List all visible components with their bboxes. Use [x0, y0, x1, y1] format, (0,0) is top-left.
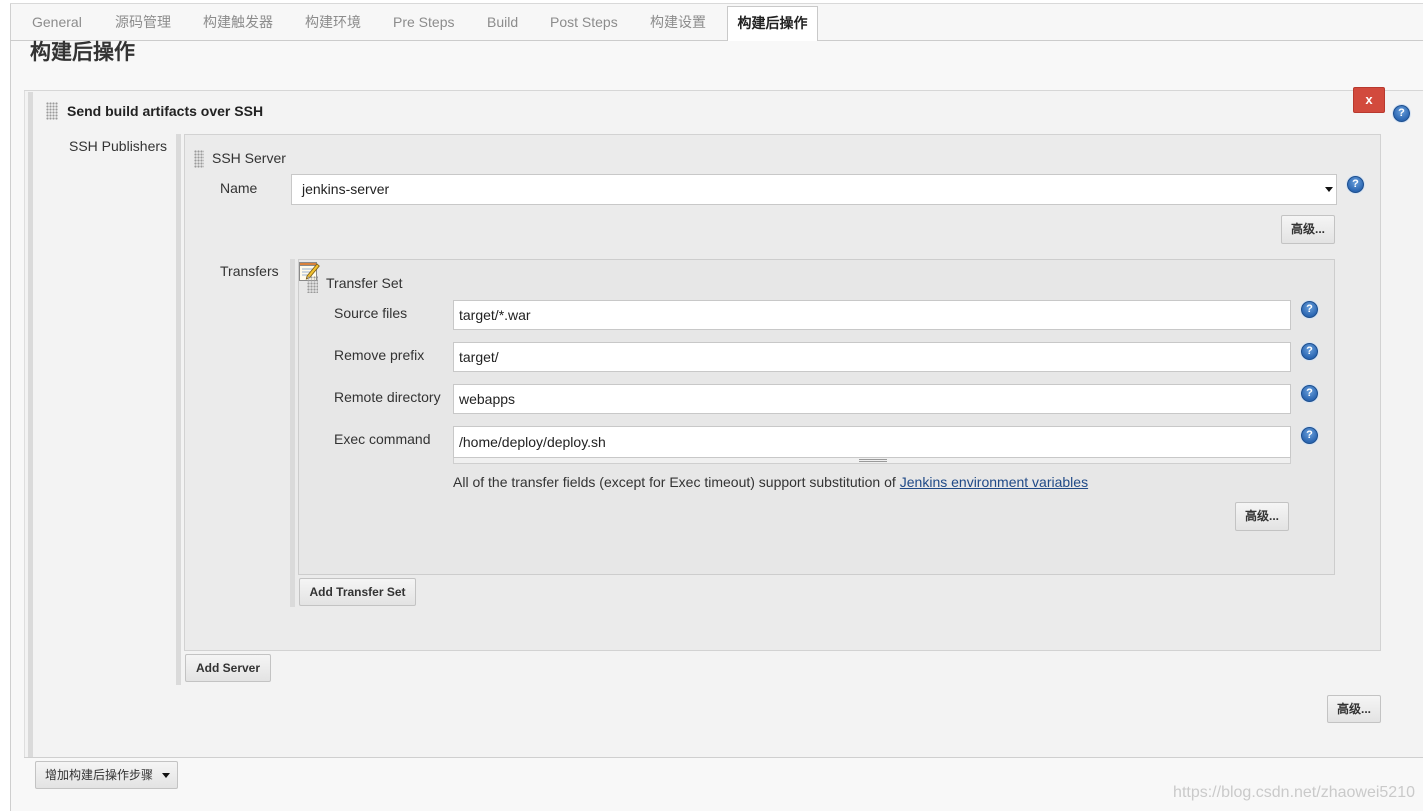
tab-build-triggers[interactable]: 构建触发器 — [193, 4, 283, 40]
publisher-advanced-button[interactable]: 高级... — [1327, 695, 1381, 723]
exec-command-label: Exec command — [334, 431, 431, 447]
remote-directory-input[interactable] — [453, 384, 1291, 414]
help-icon[interactable]: ? — [1347, 176, 1364, 193]
help-icon[interactable]: ? — [1301, 427, 1318, 444]
watermark: https://blog.csdn.net/zhaowei5210 — [1173, 784, 1415, 801]
publishers-indent-bar — [176, 134, 181, 685]
textarea-resize-handle[interactable] — [453, 458, 1291, 464]
source-files-label: Source files — [334, 305, 408, 321]
tab-general[interactable]: General — [22, 4, 92, 40]
source-files-input[interactable] — [453, 300, 1291, 330]
help-icon[interactable]: ? — [1301, 385, 1318, 402]
tab-build-settings[interactable]: 构建设置 — [640, 4, 716, 40]
add-post-build-step-button[interactable]: 增加构建后操作步骤 — [35, 761, 178, 789]
delete-publisher-button[interactable]: x — [1353, 87, 1385, 113]
transfers-indent-bar — [290, 259, 295, 607]
remove-prefix-input[interactable] — [453, 342, 1291, 372]
help-icon[interactable]: ? — [1301, 343, 1318, 360]
env-variables-note: All of the transfer fields (except for E… — [453, 474, 1088, 490]
page-title: 构建后操作 — [30, 41, 135, 64]
transfers-label: Transfers — [220, 263, 279, 279]
chevron-down-icon — [162, 773, 170, 778]
server-name-select[interactable]: jenkins-server — [291, 174, 1337, 205]
name-label: Name — [220, 180, 258, 196]
help-icon[interactable]: ? — [1301, 301, 1318, 318]
add-post-build-step-label: 增加构建后操作步骤 — [45, 768, 154, 782]
env-variables-note-text: All of the transfer fields (except for E… — [453, 474, 896, 490]
publisher-title: Send build artifacts over SSH — [67, 103, 264, 119]
remote-directory-label: Remote directory — [334, 389, 441, 405]
add-server-button[interactable]: Add Server — [185, 654, 271, 682]
tab-build[interactable]: Build — [477, 4, 528, 40]
grip-icon[interactable] — [194, 150, 204, 168]
tab-post-steps[interactable]: Post Steps — [540, 4, 628, 40]
remove-prefix-label: Remove prefix — [334, 347, 425, 363]
ssh-publisher-section: Send build artifacts over SSH x ? SSH Pu… — [24, 87, 1423, 758]
server-advanced-button[interactable]: 高级... — [1281, 215, 1335, 244]
tab-bar: General 源码管理 构建触发器 构建环境 Pre Steps Build … — [10, 3, 1423, 41]
tab-pre-steps[interactable]: Pre Steps — [383, 4, 464, 40]
add-transfer-set-button[interactable]: Add Transfer Set — [299, 578, 416, 606]
ssh-server-title: SSH Server — [212, 150, 286, 166]
server-name-value: jenkins-server — [302, 181, 390, 197]
exec-command-textarea[interactable]: /home/deploy/deploy.sh — [453, 426, 1291, 458]
resize-grip-icon — [859, 459, 887, 462]
grip-icon[interactable] — [46, 102, 58, 120]
transfer-advanced-button[interactable]: 高级... — [1235, 502, 1289, 531]
transfer-set-title: Transfer Set — [326, 275, 403, 291]
ssh-publishers-label: SSH Publishers — [69, 138, 168, 154]
grip-icon[interactable] — [307, 276, 318, 293]
chevron-down-icon — [1325, 187, 1333, 192]
transfer-set-block: Transfer Set Source files ? Remove prefi… — [298, 259, 1335, 575]
ssh-server-block: SSH Server Name jenkins-server ? 高级... T… — [184, 134, 1381, 651]
tab-post-build-actions[interactable]: 构建后操作 — [727, 6, 818, 41]
tab-source-management[interactable]: 源码管理 — [105, 4, 181, 40]
help-icon[interactable]: ? — [1393, 105, 1410, 122]
tab-build-environment[interactable]: 构建环境 — [295, 4, 371, 40]
jenkins-env-variables-link[interactable]: Jenkins environment variables — [900, 474, 1088, 490]
config-panel: 构建后操作 Send build artifacts over SSH x ? … — [10, 41, 1423, 811]
section-indent-bar — [28, 92, 33, 757]
